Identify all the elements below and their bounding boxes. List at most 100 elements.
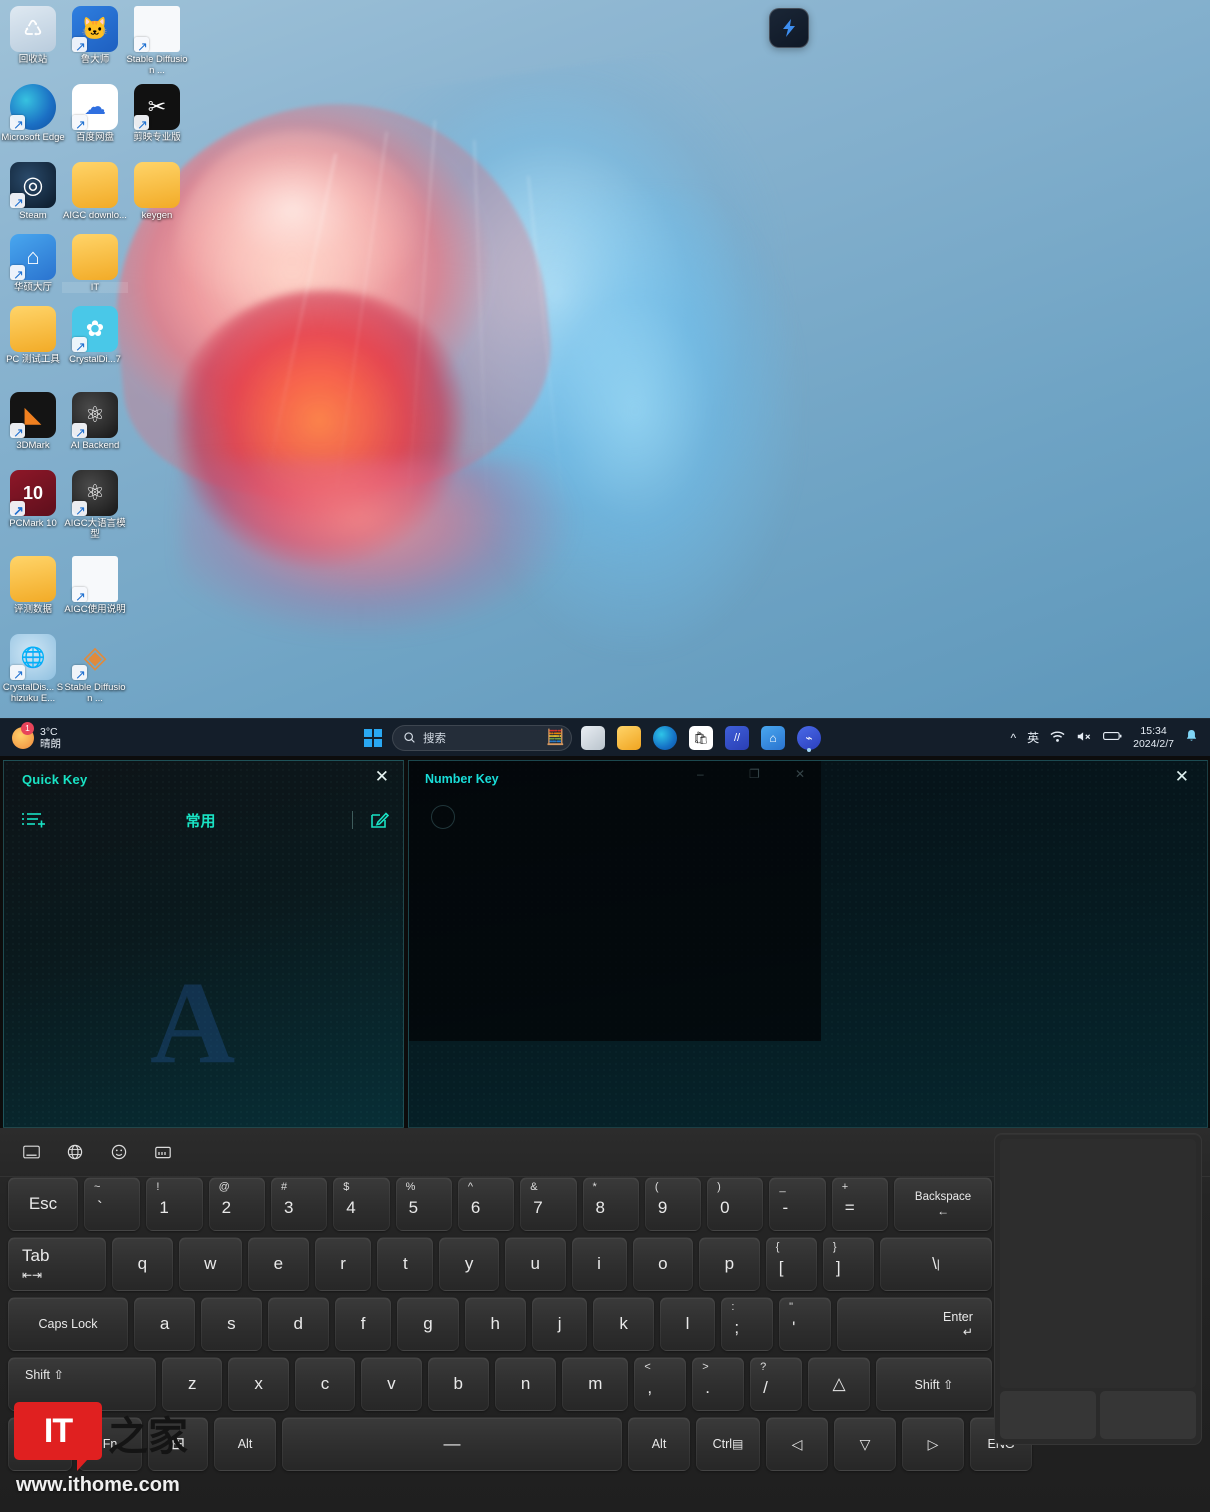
clock[interactable]: 15:34 2024/2/7 [1133,725,1174,750]
key-[interactable]: ~` [84,1177,140,1231]
search-input[interactable]: 搜索 🧮 [392,725,572,751]
tray-expand-chevron-icon[interactable]: ^ [1010,731,1016,745]
notification-bell-icon[interactable] [1185,729,1198,746]
key-shift[interactable]: Shift ⇧ [8,1357,156,1411]
start-button[interactable] [360,725,386,751]
key-[interactable]: ◁ [766,1417,828,1471]
desktop-icon-stable-diffusion-icon[interactable]: ◈Stable Diffusion ... [62,634,128,704]
key-h[interactable]: h [465,1297,526,1351]
key-[interactable]: ?/ [750,1357,802,1411]
keyboard-layout-icon[interactable] [18,1141,44,1163]
taskbar[interactable]: 1 3°C 晴朗 搜索 🧮 🛍 // ⌂ ⌁ ^ 英 [0,718,1210,756]
desktop-icon-ludashi-icon[interactable]: 🐱鲁大师 [62,6,128,65]
calculator-widget-icon[interactable]: 🧮 [546,728,565,746]
number-key-panel[interactable]: – ❐ ✕ Number Key ✕ =%789/456∗123−0·enter… [408,760,1208,1128]
key-i[interactable]: i [572,1237,627,1291]
key-j[interactable]: j [532,1297,588,1351]
key-esc[interactable]: Esc [8,1177,78,1231]
key-o[interactable]: o [633,1237,694,1291]
key-7[interactable]: &7 [520,1177,576,1231]
desktop-icon-ai-backend-icon[interactable]: ⚛AI Backend [62,392,128,451]
key-[interactable]: <, [634,1357,686,1411]
trackpad-left-button[interactable] [1000,1391,1096,1439]
handwriting-icon[interactable] [150,1141,176,1163]
trackpad-surface[interactable] [1000,1139,1196,1388]
key-[interactable]: ▽ [834,1417,896,1471]
key-z[interactable]: z [162,1357,222,1411]
desktop-icon-crystaldiskinfo-icon[interactable]: ✿CrystalDi...7 [62,306,128,365]
globe-icon[interactable] [62,1141,88,1163]
desktop-icon-aigc-llm-icon[interactable]: ⚛AIGC大语言模型 [62,470,128,540]
key-a[interactable]: a [134,1297,195,1351]
key-w[interactable]: w [179,1237,242,1291]
taskbar-app-edge[interactable] [650,723,680,753]
desktop-icon-steam-icon[interactable]: ◎Steam [0,162,66,221]
taskbar-app-file-explorer[interactable] [614,723,644,753]
key-e[interactable]: e [248,1237,309,1291]
key-alt[interactable]: Alt [214,1417,276,1471]
key-[interactable]: += [832,1177,888,1231]
desktop-icon-folder-icon[interactable]: PC 测试工具 [0,306,66,365]
desktop-icon-document-icon[interactable]: Stable Diffusion ... [124,6,190,76]
desktop-icon-baidu-netdisk-icon[interactable]: ☁百度网盘 [62,84,128,143]
key-n[interactable]: n [495,1357,556,1411]
quick-key-close-button[interactable]: ✕ [375,768,389,786]
emoji-icon[interactable] [106,1141,132,1163]
key-shift[interactable]: Shift ⇧ [876,1357,992,1411]
key-[interactable]: >. [692,1357,744,1411]
number-key-close-button[interactable]: ✕ [1175,767,1189,787]
taskbar-app-armoury-crate[interactable]: ⌂ [758,723,788,753]
key-6[interactable]: ^6 [458,1177,514,1231]
taskbar-app-task-view[interactable] [578,723,608,753]
key-t[interactable]: t [377,1237,433,1291]
key-[interactable]: △ [808,1357,870,1411]
key-[interactable]: {[ [766,1237,817,1291]
key-s[interactable]: s [201,1297,261,1351]
key-8[interactable]: *8 [583,1177,639,1231]
key-0[interactable]: )0 [707,1177,763,1231]
key-d[interactable]: d [268,1297,329,1351]
key-c[interactable]: c [295,1357,355,1411]
key-[interactable]: _- [769,1177,825,1231]
edit-icon[interactable] [369,810,389,830]
key-[interactable]: \| [880,1237,992,1291]
taskbar-app-myasus[interactable]: // [722,723,752,753]
desktop-icon-crystaldiskinfo-shizuku-icon[interactable]: 🌐CrystalDis... Shizuku E... [0,634,66,704]
taskbar-weather-widget[interactable]: 1 3°C 晴朗 [0,726,360,750]
desktop-icon-folder-icon[interactable]: keygen [124,162,190,221]
key-r[interactable]: r [315,1237,372,1291]
key-[interactable]: — [282,1417,622,1471]
key-k[interactable]: k [593,1297,653,1351]
key-m[interactable]: m [562,1357,628,1411]
key-9[interactable]: (9 [645,1177,701,1231]
desktop-icon-folder-image-icon[interactable]: 评测数据 [0,556,66,615]
key-3[interactable]: #3 [271,1177,327,1231]
key-b[interactable]: b [428,1357,489,1411]
key-u[interactable]: u [505,1237,566,1291]
taskbar-app-asus[interactable]: ⌁ [794,723,824,753]
system-tray[interactable]: ^ 英 15:34 2024/2/7 [1010,725,1210,750]
key-backspace[interactable]: Backspace← [894,1177,992,1231]
key-g[interactable]: g [397,1297,458,1351]
ime-indicator[interactable]: 英 [1027,729,1039,746]
key-5[interactable]: %5 [396,1177,452,1231]
trackpad-right-button[interactable] [1100,1391,1196,1439]
floating-quick-launch-icon[interactable] [769,8,809,48]
desktop-icon-recycle-bin-icon[interactable]: ♺回收站 [0,6,66,65]
quick-key-panel[interactable]: Quick Key ✕ 常用 剪切Ctrl + X复制Ctrl + C粘贴Ctr… [3,760,404,1128]
quick-key-toolbar[interactable]: 常用 [4,805,404,835]
wifi-icon[interactable] [1050,730,1065,746]
taskbar-app-store[interactable]: 🛍 [686,723,716,753]
battery-icon[interactable] [1103,730,1122,745]
key-q[interactable]: q [112,1237,173,1291]
key-ctrl[interactable]: Ctrl [8,1417,72,1471]
key-1[interactable]: !1 [146,1177,202,1231]
taskbar-center[interactable]: 搜索 🧮 🛍 // ⌂ ⌁ [360,723,1010,753]
desktop-icon-pcmark10-icon[interactable]: 10PCMark 10 [0,470,66,529]
key-f[interactable]: f [335,1297,392,1351]
key-2[interactable]: @2 [209,1177,265,1231]
key-enter[interactable]: Enter↵ [837,1297,992,1351]
key-[interactable]: ⊞ [148,1417,208,1471]
key-x[interactable]: x [228,1357,288,1411]
desktop-icon-document-icon[interactable]: AIGC使用说明 [62,556,128,615]
